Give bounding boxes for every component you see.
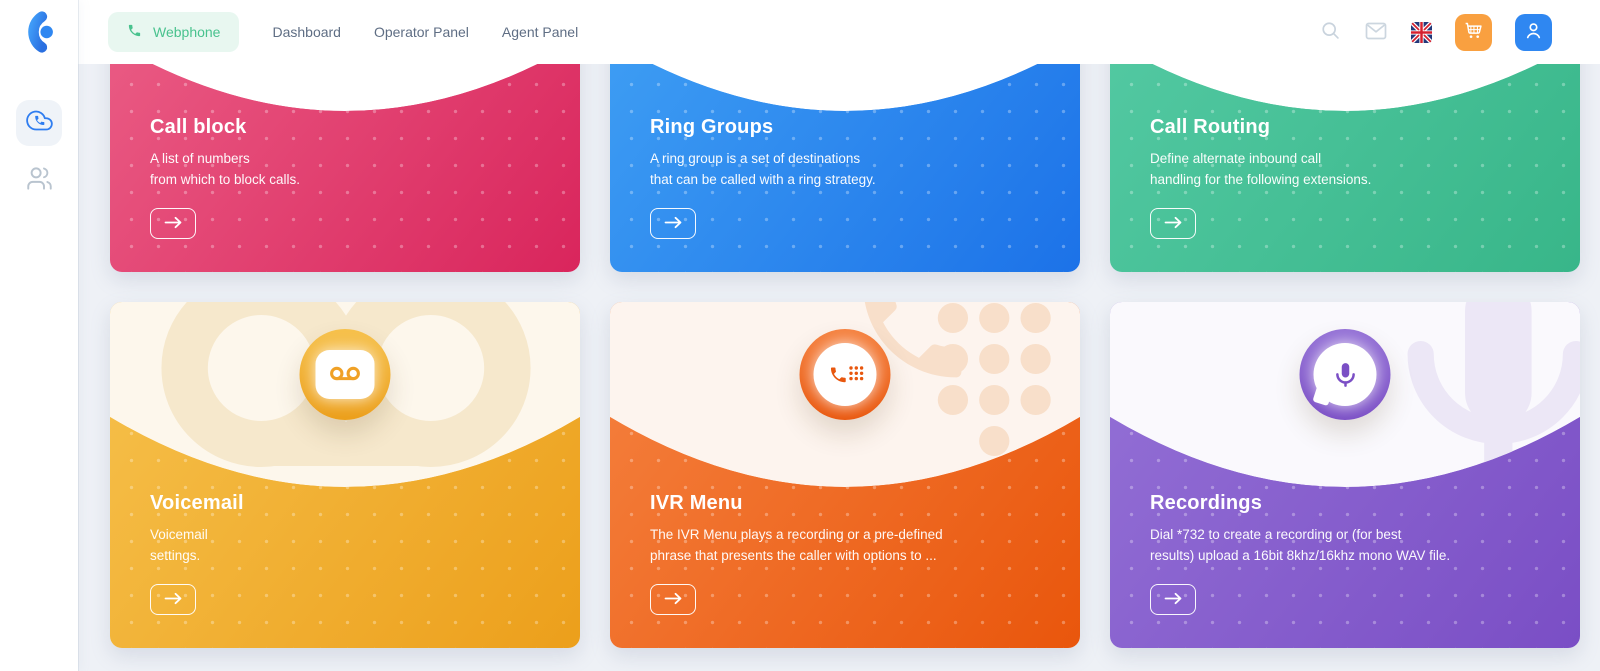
card-description-line: settings. bbox=[150, 546, 552, 567]
search-icon bbox=[1320, 20, 1341, 44]
card-description: Voicemailsettings. bbox=[150, 525, 552, 567]
arrow-right-icon bbox=[1164, 592, 1183, 608]
messages-button[interactable] bbox=[1364, 19, 1388, 46]
store-button[interactable] bbox=[1455, 14, 1492, 51]
feature-card-ivr-menu: IVR Menu The IVR Menu plays a recording … bbox=[610, 302, 1080, 648]
card-open-button[interactable] bbox=[1150, 208, 1196, 239]
card-description-line: A list of numbers bbox=[150, 149, 552, 170]
card-description-line: results) upload a 16bit 8khz/16khz mono … bbox=[1150, 546, 1552, 567]
card-description-line: Voicemail bbox=[150, 525, 552, 546]
card-description: A ring group is a set of destinationstha… bbox=[650, 149, 1052, 191]
search-button[interactable] bbox=[1320, 20, 1341, 44]
user-icon bbox=[1523, 20, 1544, 44]
card-open-button[interactable] bbox=[150, 208, 196, 239]
feature-card-call-block: Call block A list of numbersfrom which t… bbox=[110, 64, 580, 272]
arrow-right-icon bbox=[664, 216, 683, 232]
keypad-phone-icon bbox=[814, 343, 877, 406]
sidebar-item-cloud-phone[interactable] bbox=[16, 100, 62, 146]
card-description: Dial *732 to create a recording or (for … bbox=[1150, 525, 1552, 567]
arrow-right-icon bbox=[164, 592, 183, 608]
account-button[interactable] bbox=[1515, 14, 1552, 51]
card-open-button[interactable] bbox=[650, 584, 696, 615]
cart-icon bbox=[1463, 20, 1484, 44]
microphone-icon bbox=[1314, 343, 1377, 406]
voicemail-icon bbox=[316, 350, 375, 399]
feature-card-call-routing: Call Routing Define alternate inbound ca… bbox=[1110, 64, 1580, 272]
arrow-right-icon bbox=[1164, 216, 1183, 232]
nav-link-2[interactable]: Agent Panel bbox=[502, 24, 578, 40]
recordings-icon-circle bbox=[1300, 329, 1391, 420]
feature-card-voicemail: Voicemail Voicemailsettings. bbox=[110, 302, 580, 648]
card-top-section bbox=[1110, 64, 1580, 111]
ivr-menu-icon-circle bbox=[800, 329, 891, 420]
topbar: Webphone Dashboard Operator Panel Agent Pa… bbox=[78, 0, 1600, 64]
card-title: Recordings bbox=[1150, 492, 1552, 515]
card-description-line: A ring group is a set of destinations bbox=[650, 149, 1052, 170]
arrow-right-icon bbox=[164, 216, 183, 232]
card-description-line: that can be called with a ring strategy. bbox=[650, 170, 1052, 191]
webphone-label: Webphone bbox=[153, 24, 220, 40]
sidebar bbox=[0, 0, 78, 671]
webphone-button[interactable]: Webphone bbox=[108, 12, 239, 52]
card-description-line: Dial *732 to create a recording or (for … bbox=[1150, 525, 1552, 546]
card-description: A list of numbersfrom which to block cal… bbox=[150, 149, 552, 191]
card-description-line: The IVR Menu plays a recording or a pre-… bbox=[650, 525, 1052, 546]
arrow-right-icon bbox=[664, 592, 683, 608]
nav-link-0[interactable]: Dashboard bbox=[272, 24, 341, 40]
card-description: Define alternate inbound callhandling fo… bbox=[1150, 149, 1552, 191]
voicemail-ghost-bar bbox=[261, 422, 430, 466]
nav-link-1[interactable]: Operator Panel bbox=[374, 24, 469, 40]
card-top-section bbox=[110, 64, 580, 111]
card-title: Ring Groups bbox=[650, 116, 1052, 139]
cloud-phone-icon bbox=[26, 107, 53, 139]
sidebar-item-contacts[interactable] bbox=[16, 158, 62, 204]
language-selector[interactable] bbox=[1411, 22, 1432, 43]
main-nav: Dashboard Operator Panel Agent Panel bbox=[239, 24, 578, 40]
uk-flag-icon bbox=[1411, 22, 1432, 43]
card-description-line: Define alternate inbound call bbox=[1150, 149, 1552, 170]
card-title: IVR Menu bbox=[650, 492, 1052, 515]
mail-icon bbox=[1364, 19, 1388, 46]
card-description-line: handling for the following extensions. bbox=[1150, 170, 1552, 191]
voicemail-icon-circle bbox=[300, 329, 391, 420]
users-icon bbox=[26, 165, 53, 197]
brand-logo-icon[interactable] bbox=[0, 0, 78, 64]
card-title: Voicemail bbox=[150, 492, 552, 515]
card-open-button[interactable] bbox=[650, 208, 696, 239]
card-title: Call block bbox=[150, 116, 552, 139]
card-top-section bbox=[610, 64, 1080, 111]
feature-card-recordings: Recordings Dial *732 to create a recordi… bbox=[1110, 302, 1580, 648]
card-description-line: from which to block calls. bbox=[150, 170, 552, 191]
phone-icon bbox=[127, 23, 142, 41]
feature-card-ring-groups: Ring Groups A ring group is a set of des… bbox=[610, 64, 1080, 272]
card-title: Call Routing bbox=[1150, 116, 1552, 139]
card-open-button[interactable] bbox=[150, 584, 196, 615]
card-open-button[interactable] bbox=[1150, 584, 1196, 615]
dashboard-cards-area: Call block A list of numbersfrom which t… bbox=[78, 64, 1600, 671]
card-description: The IVR Menu plays a recording or a pre-… bbox=[650, 525, 1052, 567]
card-description-line: phrase that presents the caller with opt… bbox=[650, 546, 1052, 567]
